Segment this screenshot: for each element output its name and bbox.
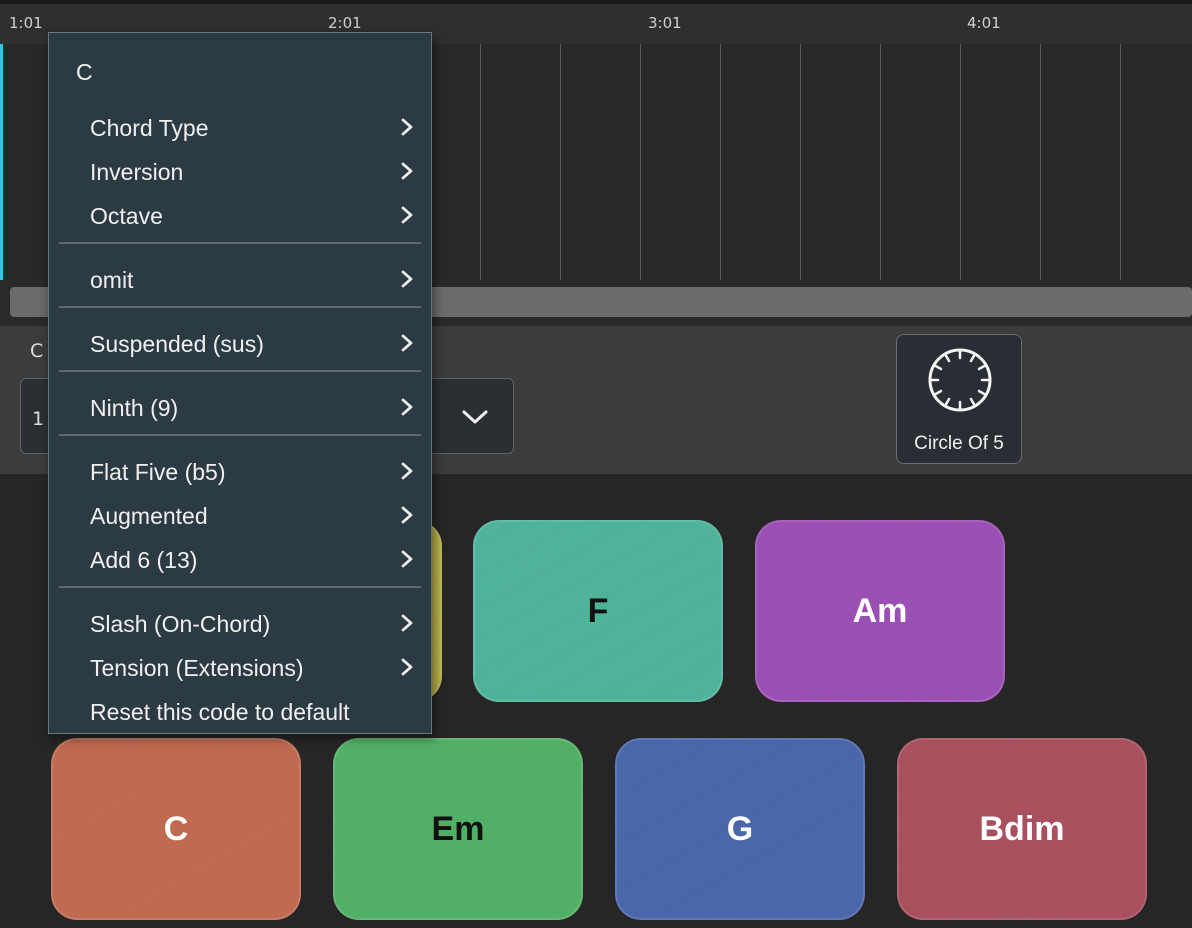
menu-item-augmented[interactable]: Augmented <box>59 495 421 535</box>
menu-item-add6[interactable]: Add 6 (13) <box>59 539 421 579</box>
menu-item-label: Inversion <box>90 159 184 185</box>
chord-pad-g[interactable]: G <box>615 738 865 920</box>
menu-item-suspended[interactable]: Suspended (sus) <box>59 323 421 363</box>
chevron-right-icon <box>401 398 413 416</box>
chevron-right-icon <box>401 506 413 524</box>
chevron-right-icon <box>401 206 413 224</box>
ruler-marker-2: 2:01 <box>328 14 362 32</box>
menu-item-label: Flat Five (b5) <box>90 459 226 485</box>
beat-gridline <box>960 44 961 280</box>
menu-item-label: Add 6 (13) <box>90 547 198 573</box>
menu-item-chord-type[interactable]: Chord Type <box>59 107 421 147</box>
menu-title: C <box>76 59 93 85</box>
menu-item-slash[interactable]: Slash (On-Chord) <box>59 603 421 643</box>
chevron-right-icon <box>401 462 413 480</box>
chevron-right-icon <box>401 118 413 136</box>
menu-item-label: Tension (Extensions) <box>90 655 304 681</box>
chevron-right-icon <box>401 550 413 568</box>
chevron-down-icon[interactable] <box>458 400 492 434</box>
chevron-right-icon <box>401 162 413 180</box>
chord-pad-am[interactable]: Am <box>755 520 1005 702</box>
beat-gridline <box>800 44 801 280</box>
menu-item-label: Augmented <box>90 503 208 529</box>
panel-label: C <box>30 340 44 362</box>
playhead[interactable] <box>0 44 3 280</box>
menu-item-label: Reset this code to default <box>90 699 350 725</box>
menu-item-reset[interactable]: Reset this code to default <box>59 691 421 731</box>
menu-item-omit[interactable]: omit <box>59 259 421 299</box>
chord-pad-bdim[interactable]: Bdim <box>897 738 1147 920</box>
chord-pad-em[interactable]: Em <box>333 738 583 920</box>
circle-of-fifths-label: Circle Of 5 <box>914 433 1004 454</box>
menu-item-label: Chord Type <box>90 115 209 141</box>
dropdown-value: 1 <box>32 408 45 430</box>
menu-item-label: Slash (On-Chord) <box>90 611 271 637</box>
menu-item-label: Ninth (9) <box>90 395 179 421</box>
beat-gridline <box>880 44 881 280</box>
menu-item-label: Suspended (sus) <box>90 331 264 357</box>
circle-of-fifths-icon <box>928 348 992 412</box>
chevron-right-icon <box>401 270 413 288</box>
menu-item-flat-five[interactable]: Flat Five (b5) <box>59 451 421 491</box>
beat-gridline <box>1040 44 1041 280</box>
ruler-marker-4: 4:01 <box>967 14 1001 32</box>
menu-item-label: Octave <box>90 203 163 229</box>
menu-item-ninth[interactable]: Ninth (9) <box>59 387 421 427</box>
menu-item-tension[interactable]: Tension (Extensions) <box>59 647 421 687</box>
beat-gridline <box>1120 44 1121 280</box>
beat-gridline <box>720 44 721 280</box>
chord-context-menu: C Chord Type Inversion Octave omit Suspe… <box>48 32 432 734</box>
menu-item-octave[interactable]: Octave <box>59 195 421 235</box>
chevron-right-icon <box>401 614 413 632</box>
chevron-right-icon <box>401 334 413 352</box>
menu-separator <box>59 586 421 588</box>
menu-item-label: omit <box>90 267 134 293</box>
chord-pad-f[interactable]: F <box>473 520 723 702</box>
menu-separator <box>59 242 421 244</box>
menu-separator <box>59 434 421 436</box>
beat-gridline <box>560 44 561 280</box>
ruler-marker-3: 3:01 <box>648 14 682 32</box>
beat-gridline <box>640 44 641 280</box>
menu-separator <box>59 306 421 308</box>
chord-pad-c[interactable]: C <box>51 738 301 920</box>
menu-separator <box>59 370 421 372</box>
ruler-marker-1: 1:01 <box>9 14 43 32</box>
chevron-right-icon <box>401 658 413 676</box>
menu-item-inversion[interactable]: Inversion <box>59 151 421 191</box>
circle-of-fifths-button[interactable]: Circle Of 5 <box>896 334 1022 464</box>
beat-gridline <box>480 44 481 280</box>
